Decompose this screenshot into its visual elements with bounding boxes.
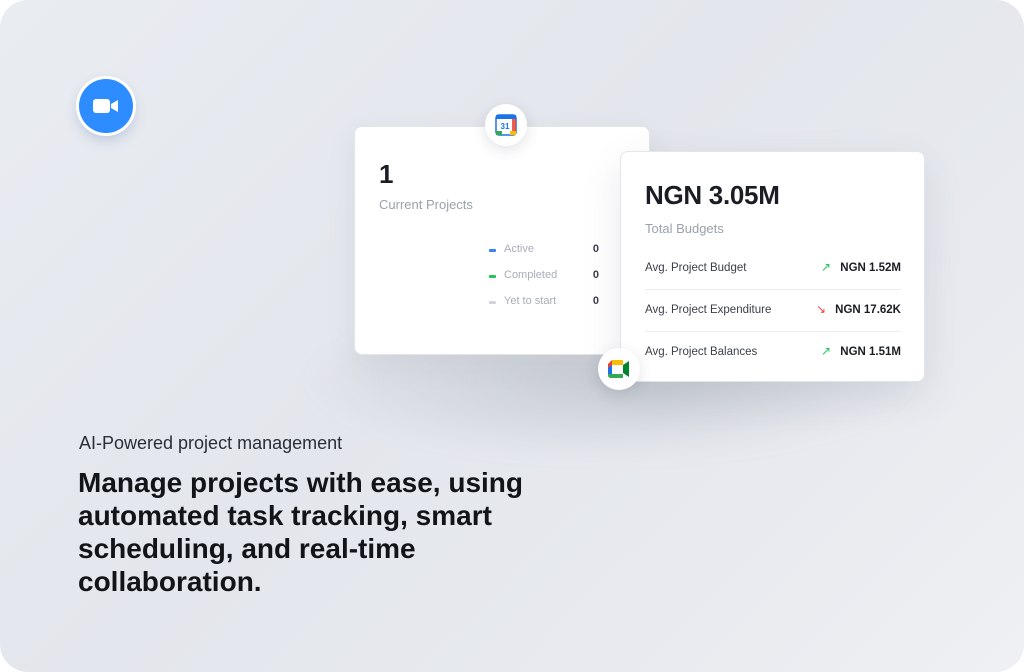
legend-value: 0: [592, 243, 599, 255]
metric-row-avg-balances: Avg. Project Balances ↗ NGN 1.51M: [645, 332, 901, 374]
google-calendar-icon: 31: [485, 104, 527, 146]
active-legend-swatch: [489, 249, 496, 252]
hero-panel: 1 Current Projects Active 0 Completed 0 …: [0, 0, 1024, 672]
current-projects-card: 1 Current Projects Active 0 Completed 0 …: [354, 126, 650, 355]
trend-up-icon: ↗: [820, 344, 831, 358]
total-budgets-label: Total Budgets: [645, 221, 724, 236]
legend-item-completed: Completed 0: [489, 269, 599, 285]
legend-label: Completed: [504, 269, 558, 281]
current-projects-label: Current Projects: [379, 197, 473, 212]
metric-value: NGN 1.51M: [840, 346, 901, 358]
trend-down-icon: ↘: [815, 302, 826, 316]
legend-label: Yet to start: [504, 295, 557, 307]
metric-row-avg-expenditure: Avg. Project Expenditure ↘ NGN 17.62K: [645, 290, 901, 332]
yet-to-start-legend-swatch: [489, 301, 496, 304]
calendar-day: 31: [501, 122, 510, 131]
total-budgets-card: NGN 3.05M Total Budgets Avg. Project Bud…: [620, 151, 925, 382]
legend-value: 0: [592, 269, 599, 281]
current-projects-count: 1: [379, 159, 394, 189]
metric-value: NGN 1.52M: [840, 262, 901, 274]
video-camera-icon: [93, 99, 118, 113]
total-budget-amount: NGN 3.05M: [645, 180, 780, 210]
zoom-video-icon: [79, 79, 133, 133]
calendar-icon: 31: [495, 114, 517, 136]
legend-label: Active: [504, 243, 534, 255]
legend-item-yet-to-start: Yet to start 0: [489, 295, 599, 311]
metric-value: NGN 17.62K: [835, 304, 901, 316]
completed-legend-swatch: [489, 275, 496, 278]
metric-label: Avg. Project Budget: [645, 262, 747, 274]
trend-up-icon: ↗: [820, 260, 831, 274]
legend-value: 0: [592, 295, 599, 307]
hero-headline: Manage projects with ease, using automat…: [78, 467, 524, 597]
metric-label: Avg. Project Expenditure: [645, 304, 772, 316]
legend-item-active: Active 0: [489, 243, 599, 259]
google-meet-icon: [598, 348, 640, 390]
metric-label: Avg. Project Balances: [645, 346, 758, 358]
hero-eyebrow: AI-Powered project management: [79, 433, 343, 453]
meet-camera-icon: [608, 360, 629, 378]
metric-row-avg-budget: Avg. Project Budget ↗ NGN 1.52M: [645, 248, 901, 290]
